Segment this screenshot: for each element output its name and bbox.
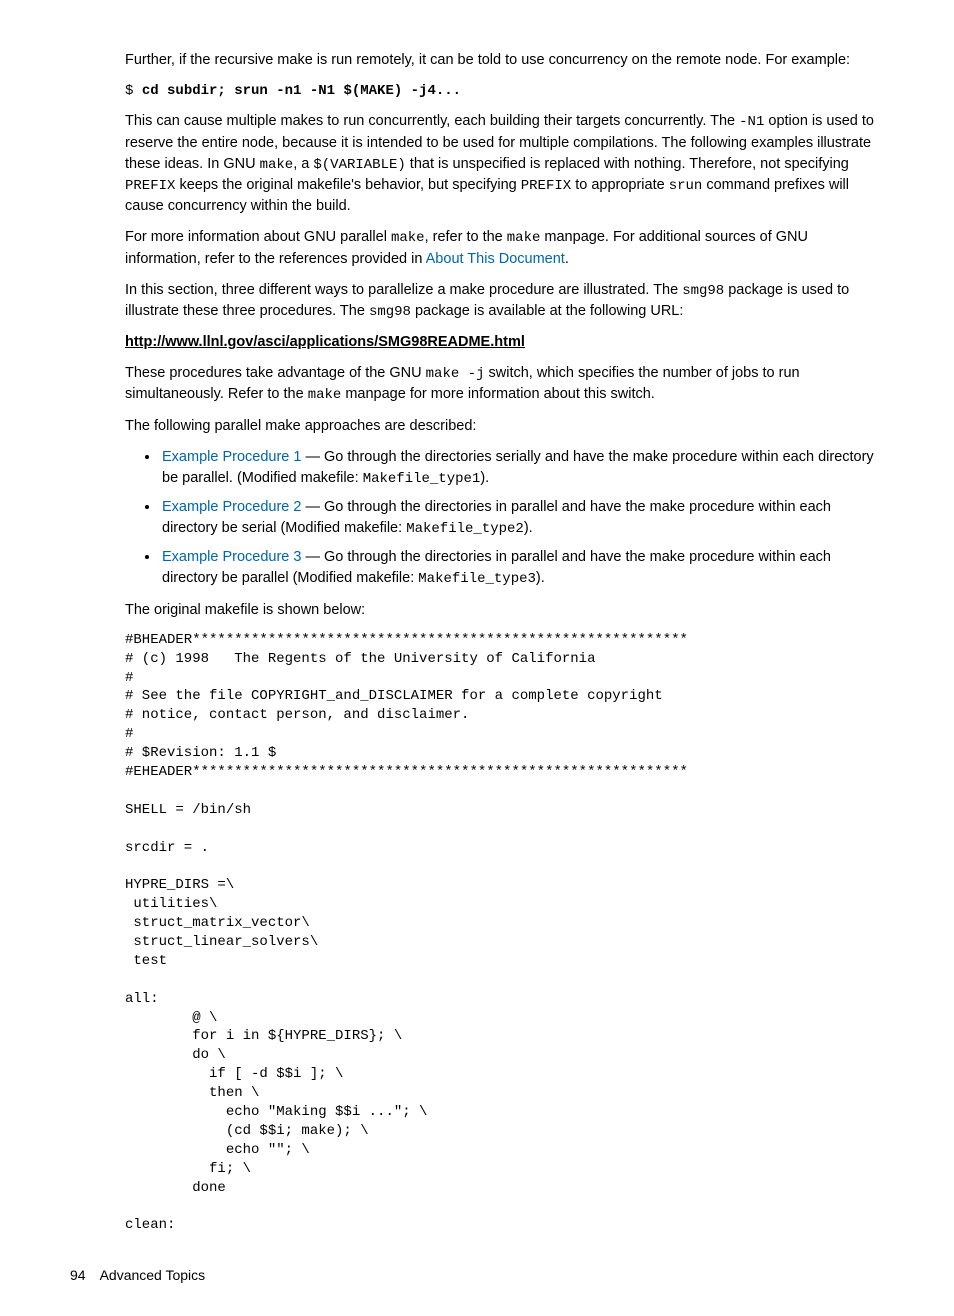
paragraph: These procedures take advantage of the G… xyxy=(125,363,884,406)
paragraph: This can cause multiple makes to run con… xyxy=(125,111,884,217)
list-item: Example Procedure 2 — Go through the dir… xyxy=(160,497,884,539)
readme-url-link[interactable]: http://www.llnl.gov/asci/applications/SM… xyxy=(125,334,525,350)
external-url: http://www.llnl.gov/asci/applications/SM… xyxy=(125,332,884,353)
paragraph: In this section, three different ways to… xyxy=(125,280,884,323)
command-example: $ cd subdir; srun -n1 -N1 $(MAKE) -j4... xyxy=(125,81,884,101)
makefile-code-block: #BHEADER********************************… xyxy=(125,631,884,1236)
paragraph: For more information about GNU parallel … xyxy=(125,227,884,269)
command-text: cd subdir; srun -n1 -N1 $(MAKE) -j4... xyxy=(142,83,461,99)
page-number: 94 xyxy=(70,1267,86,1283)
list-item: Example Procedure 3 — Go through the dir… xyxy=(160,547,884,589)
paragraph: Further, if the recursive make is run re… xyxy=(125,50,884,71)
page-footer: 94 Advanced Topics xyxy=(70,1265,884,1285)
paragraph: The original makefile is shown below: xyxy=(125,600,884,621)
shell-prompt: $ xyxy=(125,83,142,99)
example-procedure-2-link[interactable]: Example Procedure 2 xyxy=(162,499,301,515)
document-body: Further, if the recursive make is run re… xyxy=(125,50,884,1235)
example-procedure-1-link[interactable]: Example Procedure 1 xyxy=(162,449,301,465)
section-title: Advanced Topics xyxy=(100,1267,206,1283)
procedure-list: Example Procedure 1 — Go through the dir… xyxy=(125,447,884,590)
list-item: Example Procedure 1 — Go through the dir… xyxy=(160,447,884,489)
paragraph: The following parallel make approaches a… xyxy=(125,416,884,437)
about-document-link[interactable]: About This Document xyxy=(426,251,565,267)
example-procedure-3-link[interactable]: Example Procedure 3 xyxy=(162,549,301,565)
